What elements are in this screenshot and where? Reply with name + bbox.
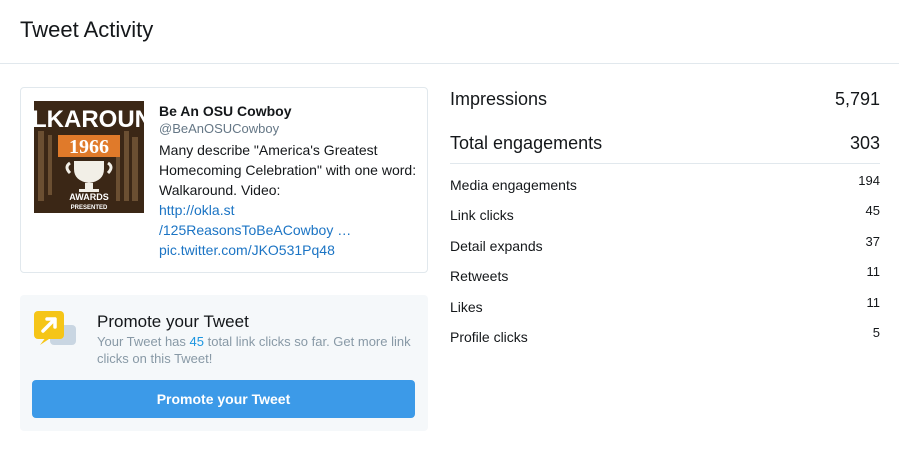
tweet-media-thumbnail[interactable]: LKAROUND 1966 AWARDS PRESENTED (34, 101, 144, 213)
tweet-link-media[interactable]: pic.twitter.com/JKO531Pq48 (159, 240, 421, 260)
impressions-label: Impressions (450, 89, 548, 109)
media-caption-2: PRESENTED (71, 205, 108, 211)
stat-label: Profile clicks (450, 328, 528, 345)
stat-label: Media engagements (450, 177, 577, 193)
stat-row-detail-expands: Detail expands 37 (450, 233, 880, 263)
link-click-count: 45 (189, 334, 204, 349)
tweet-author-handle[interactable]: @BeAnOSUCowboy (159, 120, 421, 138)
stat-label: Retweets (450, 268, 509, 285)
tweet-text: Many describe "America's Greatest Homeco… (159, 142, 417, 198)
stat-value: 45 (865, 203, 880, 219)
stat-label: Detail expands (450, 237, 543, 254)
total-engagements-label: Total engagements (450, 133, 603, 153)
stat-row-media-engagements: Media engagements 194 (450, 172, 880, 202)
total-engagements-value: 303 (849, 133, 880, 153)
impressions-stat: Impressions 5,791 (450, 87, 880, 119)
media-caption-1: AWARDS (69, 192, 109, 202)
stat-value: 37 (865, 233, 880, 249)
media-word: LKAROUND (34, 106, 144, 133)
impressions-value: 5,791 (834, 89, 880, 109)
promote-title: Promote your Tweet (97, 312, 249, 331)
tweet-body: Be An OSU Cowboy @BeAnOSUCowboy Many des… (159, 102, 421, 260)
promote-text-before: Your Tweet has (97, 334, 190, 349)
media-image: LKAROUND 1966 AWARDS PRESENTED (34, 101, 144, 213)
promote-tweet-button[interactable]: Promote your Tweet (32, 380, 415, 418)
stat-value: 5 (872, 324, 880, 340)
stat-value: 194 (858, 173, 880, 188)
stat-row-profile-clicks: Profile clicks 5 (450, 324, 880, 354)
tweet-link-domain[interactable]: http://okla.st (159, 200, 421, 220)
promote-description: Your Tweet has 45 total link clicks so f… (97, 333, 417, 367)
engagement-breakdown: Media engagements 194 Link clicks 45 Det… (450, 172, 880, 354)
promote-panel: Promote your Tweet Your Tweet has 45 tot… (20, 295, 428, 431)
megaphone-icon (32, 309, 78, 349)
page-title: Tweet Activity (20, 17, 154, 42)
stat-row-retweets: Retweets 11 (450, 263, 880, 293)
stats-panel: Impressions 5,791 Total engagements 303 … (450, 87, 880, 354)
tweet-link-path[interactable]: /125ReasonsToBeACowboy … (159, 220, 421, 240)
media-year: 1966 (69, 136, 109, 158)
stat-value: 11 (866, 294, 881, 310)
page-header: Tweet Activity (0, 0, 899, 64)
stat-row-likes: Likes 11 (450, 294, 880, 324)
stat-label: Link clicks (450, 207, 514, 224)
stat-value: 11 (866, 264, 881, 280)
stat-label: Likes (450, 298, 483, 315)
tweet-author-name[interactable]: Be An OSU Cowboy (159, 102, 421, 120)
total-engagements-stat: Total engagements 303 (450, 131, 880, 164)
stat-row-link-clicks: Link clicks 45 (450, 202, 880, 232)
tweet-card[interactable]: LKAROUND 1966 AWARDS PRESENTED Be An OSU… (20, 87, 428, 273)
